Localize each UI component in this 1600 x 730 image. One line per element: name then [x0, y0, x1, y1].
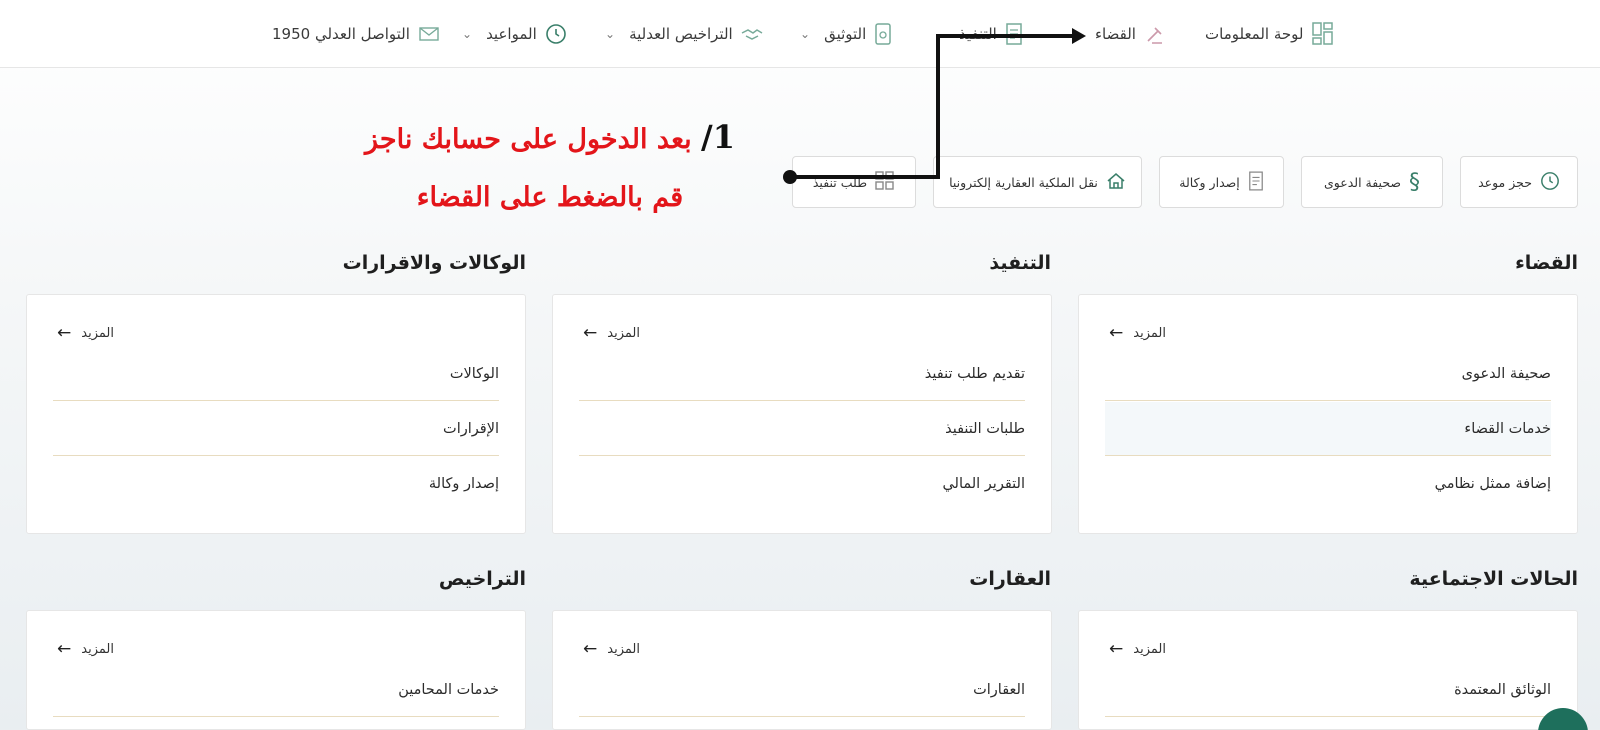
arrow-left-icon: ←	[583, 639, 598, 659]
section-title-licenses: التراخيص	[438, 568, 526, 590]
list-item-label: إصدار وكالة	[428, 476, 499, 492]
section-title-social: الحالات الاجتماعية	[1409, 568, 1578, 590]
list-item-label: الوكالات	[449, 365, 499, 382]
more-link[interactable]: ← المزيد	[1109, 639, 1166, 659]
list-item[interactable]: إضافة ممثل نظامي	[1105, 457, 1551, 511]
more-link[interactable]: ← المزيد	[57, 639, 114, 659]
card-licenses: ← المزيد خدمات المحامين	[26, 610, 526, 730]
arrow-left-icon: ←	[1109, 323, 1124, 343]
list-item[interactable]: تقديم طلب تنفيذ	[579, 347, 1025, 401]
more-label: المزيد	[607, 641, 640, 657]
list-item[interactable]: صحيفة الدعوى	[1105, 347, 1551, 401]
annotation-line-1: 1/ بعد الدخول على حسابك ناجز	[320, 108, 780, 169]
list-item-label: خدمات القضاء	[1464, 420, 1551, 437]
list-item-label: التقرير المالي	[942, 476, 1025, 492]
list-item-label: تقديم طلب تنفيذ	[924, 365, 1025, 382]
list-item[interactable]: الوكالات	[53, 347, 499, 401]
list-item-label: العقارات	[973, 681, 1025, 698]
more-label: المزيد	[81, 325, 114, 341]
list-item[interactable]: طلبات التنفيذ	[579, 402, 1025, 456]
card-realestate: ← المزيد العقارات	[552, 610, 1052, 730]
list-item-label: صحيفة الدعوى	[1461, 365, 1551, 382]
section-title-execution: التنفيذ	[989, 252, 1051, 274]
annotation-line-2: قم بالضغط على القضاء	[416, 182, 684, 213]
more-label: المزيد	[607, 325, 640, 341]
arrow-left-icon: ←	[57, 639, 72, 659]
list-item-label: إضافة ممثل نظامي	[1434, 476, 1551, 492]
list-item[interactable]: العقارات	[579, 663, 1025, 717]
list-item[interactable]: الإقرارات	[53, 402, 499, 456]
more-label: المزيد	[1133, 641, 1166, 657]
list-item[interactable]: إصدار وكالة	[53, 457, 499, 511]
arrow-left-icon: ←	[583, 323, 598, 343]
annotation-line-1-text: بعد الدخول على حسابك ناجز	[365, 124, 692, 155]
list-item[interactable]: خدمات المحامين	[53, 663, 499, 717]
more-label: المزيد	[81, 641, 114, 657]
card-execution: ← المزيد تقديم طلب تنفيذ طلبات التنفيذ ا…	[552, 294, 1052, 534]
more-link[interactable]: ← المزيد	[1109, 323, 1166, 343]
list-item[interactable]: خدمات القضاء	[1105, 402, 1551, 456]
list-item-label: خدمات المحامين	[398, 681, 499, 698]
arrow-left-icon: ←	[1109, 639, 1124, 659]
card-social: ← المزيد الوثائق المعتمدة	[1078, 610, 1578, 730]
section-title-poa: الوكالات والاقرارات	[342, 252, 526, 274]
step-number: 1/	[701, 118, 735, 156]
more-link[interactable]: ← المزيد	[583, 323, 640, 343]
card-judiciary: ← المزيد صحيفة الدعوى خدمات القضاء إضافة…	[1078, 294, 1578, 534]
list-item-label: الوثائق المعتمدة	[1454, 681, 1551, 698]
list-item-label: طلبات التنفيذ	[945, 420, 1025, 437]
more-link[interactable]: ← المزيد	[57, 323, 114, 343]
arrow-left-icon: ←	[57, 323, 72, 343]
list-item[interactable]: الوثائق المعتمدة	[1105, 663, 1551, 717]
section-title-judiciary: القضاء	[1515, 252, 1578, 274]
list-item[interactable]: التقرير المالي	[579, 457, 1025, 511]
more-label: المزيد	[1133, 325, 1166, 341]
card-poa: ← المزيد الوكالات الإقرارات إصدار وكالة	[26, 294, 526, 534]
list-item-label: الإقرارات	[443, 420, 499, 437]
instruction-annotation: 1/ بعد الدخول على حسابك ناجز قم بالضغط ع…	[320, 108, 780, 227]
section-title-realestate: العقارات	[969, 568, 1051, 590]
more-link[interactable]: ← المزيد	[583, 639, 640, 659]
